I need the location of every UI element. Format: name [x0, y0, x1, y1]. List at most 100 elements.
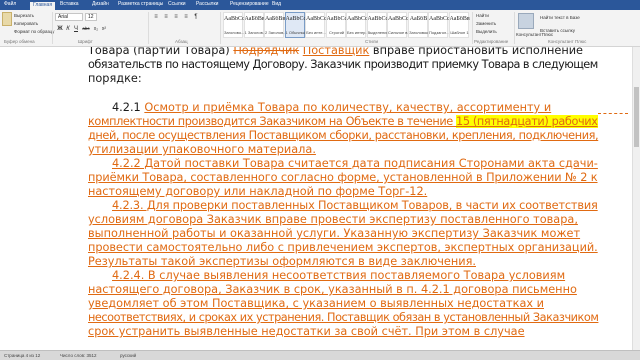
copy-button[interactable]: Копировать [14, 21, 38, 26]
underline-button[interactable]: Ч [72, 25, 80, 33]
inserted-text: настоящего договора, Заказчик в срок, ук… [88, 283, 577, 296]
clipboard-group-label: Буфер обмена [4, 39, 35, 44]
replace-button[interactable]: Заменить [476, 21, 496, 26]
style-name: 1 Обычный [285, 30, 306, 35]
superscript-button[interactable]: x² [100, 25, 108, 33]
document-line[interactable]: 4.2.3. Для проверки поставленных Поставщ… [112, 199, 598, 213]
document-line[interactable]: условиям договора Заказчик вправе провес… [88, 213, 598, 227]
style-tile[interactable]: AaBbCcD Без инте... [305, 12, 326, 38]
document-line[interactable]: комплектности производится Заказчиком на… [88, 115, 598, 129]
document-line[interactable]: уведомляет об этом Поставщика, с указани… [88, 297, 598, 311]
group-divider [514, 12, 515, 44]
tab-6[interactable]: Рассылки [196, 1, 218, 7]
tab-0[interactable]: Файл [4, 1, 16, 7]
document-line[interactable]: 4.2.4. В случае выявления несоответствия… [112, 269, 598, 283]
format-painter-button[interactable]: Формат по образцу [14, 29, 54, 34]
style-tile[interactable]: AaBbCcD Подзагол... [428, 12, 449, 38]
document-line[interactable]: 4.2.1 Осмотр и приёмка Товара по количес… [112, 101, 598, 115]
document-line[interactable]: утилизации упаковочного материала. [88, 143, 598, 157]
style-sample: AaBbCcD [347, 16, 367, 22]
style-name: Строгий [328, 30, 345, 35]
document-line[interactable]: провести самостоятельно либо с привлечен… [88, 241, 598, 255]
ribbon-tab-bar: Файл Главная Вставка Дизайн Разметка страниц… [0, 0, 640, 10]
inserted-text: провести самостоятельно либо с привлечен… [88, 241, 598, 254]
document-page[interactable]: Товара (партии Товара) Подрядчик Поставщ… [0, 47, 632, 350]
style-tile[interactable]: AaBbCcl Строгий [325, 12, 347, 38]
text-run: обязательств по настоящему Договору. Зак… [88, 58, 598, 71]
inserted-text: Осмотр и приёмка Товара по количеству, к… [144, 101, 552, 114]
scrollbar-thumb[interactable] [634, 87, 639, 147]
style-tile[interactable]: АаБбВв 2 Заголов... [264, 12, 285, 38]
align-center-button[interactable]: ≡ [162, 13, 170, 21]
document-line[interactable]: обязательств по настоящему Договору. Зак… [88, 58, 598, 72]
style-sample: AaBbCc [285, 16, 306, 22]
document-line[interactable]: дней, после осуществления Поставщиком сб… [88, 129, 599, 143]
font-name-select[interactable]: Arial [55, 13, 83, 21]
font-group-label: Шрифт [78, 39, 93, 44]
insert-link-button[interactable]: Вставить ссылку [540, 28, 575, 33]
inserted-text: комплектности производится Заказчиком на… [88, 115, 457, 128]
text-run: вправе приостановить исполнение [369, 47, 584, 57]
find-text-in-base-button[interactable]: Найти текст в Базе [540, 15, 580, 20]
group-divider [52, 12, 53, 44]
tab-8[interactable]: Вид [272, 1, 281, 7]
inserted-text: 4.2.2 Датой поставки Товара считается да… [112, 157, 598, 170]
text-run: Товара (партии Товара) [88, 47, 234, 57]
tab-3[interactable]: Дизайн [92, 1, 109, 7]
subscript-button[interactable]: x₂ [92, 25, 100, 33]
document-line[interactable]: выполненной работы и оказанной услуги. У… [88, 227, 598, 241]
inserted-text: 4.2.4. В случае выявления несоответствия… [112, 269, 566, 282]
style-tile[interactable]: AaBbCc 1 Обычный [284, 12, 306, 38]
word-count[interactable]: Число слов: 3512 [60, 353, 97, 358]
align-right-button[interactable]: ≡ [172, 13, 180, 21]
style-tile[interactable]: АаБбВв 1 Заголов... [243, 12, 265, 38]
style-tile[interactable]: AaBbCcDd Заголово... [223, 12, 244, 38]
document-line[interactable]: порядке: [88, 72, 598, 86]
font-size-select[interactable]: 12 [85, 13, 97, 21]
text-run: 4.2.1 [112, 101, 145, 114]
document-line[interactable]: настоящему договору или накладной по фор… [88, 185, 598, 199]
document-line[interactable]: Товара (партии Товара) Подрядчик Поставщ… [88, 47, 598, 58]
style-tile[interactable]: АаБбВ Заголовок [407, 12, 428, 38]
tab-4[interactable]: Разметка страницы [118, 1, 163, 7]
cut-button[interactable]: Вырезать [14, 13, 34, 18]
paragraph-group-label: Абзац [175, 39, 188, 44]
inserted-text: Результаты такой экспертизы оформляются … [88, 255, 476, 268]
consultant-plus-icon[interactable] [518, 13, 534, 29]
italic-button[interactable]: К [64, 25, 72, 33]
tab-5[interactable]: Ссылки [168, 1, 186, 7]
strikethrough-button[interactable]: abc [81, 25, 91, 33]
document-line[interactable]: срок устранить выявленные недостатки за … [88, 325, 598, 339]
style-tile[interactable]: АаБбВвГ Шаблон 1 [448, 12, 470, 38]
document-line[interactable]: приёмки Товара, составленного согласно ф… [88, 171, 598, 185]
show-marks-button[interactable]: ¶ [192, 13, 200, 21]
style-tile[interactable]: AaBbCcD Без интер... [346, 12, 367, 38]
vertical-scrollbar[interactable] [632, 47, 640, 350]
style-sample: AaBbCcl [388, 16, 408, 22]
find-button[interactable]: Найти [476, 13, 489, 18]
document-line[interactable]: 4.2.2 Датой поставки Товара считается да… [112, 157, 598, 171]
tab-2[interactable]: Вставка [60, 1, 79, 7]
document-line[interactable]: несоответствиях, и сроках их устранения.… [88, 311, 599, 325]
page-count[interactable]: Страница 4 из 12 [4, 353, 40, 358]
ribbon: Файл Главная Вставка Дизайн Разметка страниц… [0, 0, 640, 47]
highlighted-inserted-text: 15 (пятнадцати) рабочих [456, 115, 598, 128]
language-indicator[interactable]: русский [120, 353, 136, 358]
document-line[interactable]: настоящего договора, Заказчик в срок, ук… [88, 283, 598, 297]
comment-connector [598, 113, 628, 114]
paste-button[interactable] [2, 12, 12, 26]
document-line[interactable]: Результаты такой экспертизы оформляются … [88, 255, 598, 269]
style-name: Подзагол... [429, 30, 449, 35]
style-tile[interactable]: AaBbCcl Выделение [366, 12, 388, 38]
tab-7[interactable]: Рецензирование [230, 1, 269, 7]
align-left-button[interactable]: ≡ [152, 13, 160, 21]
tab-1[interactable]: Главная [30, 2, 56, 10]
select-button[interactable]: Выделить [476, 29, 497, 34]
inserted-text: дней, после осуществления Поставщиком сб… [88, 129, 599, 142]
justify-button[interactable]: ≡ [182, 13, 190, 21]
bold-button[interactable]: Ж [56, 25, 64, 33]
style-tile[interactable]: AaBbCcl Сильное в... [387, 12, 408, 38]
inserted-text: 4.2.3. Для проверки поставленных Поставщ… [112, 199, 598, 212]
group-divider [220, 12, 221, 44]
style-sample: AaBbCcl [367, 16, 388, 22]
